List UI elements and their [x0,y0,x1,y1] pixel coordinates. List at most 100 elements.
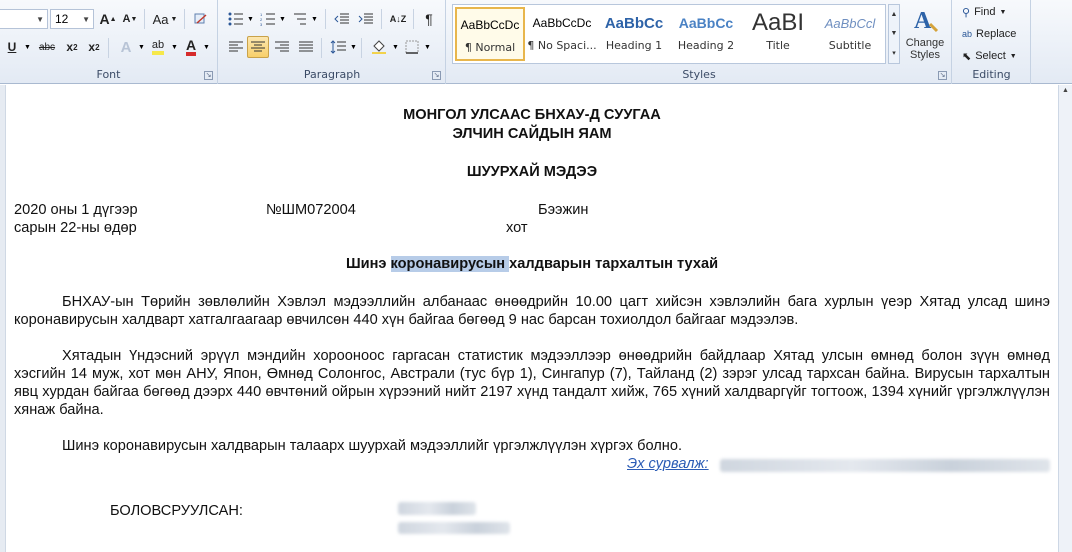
paragraph-group: ▼ 123 ▼ ▼ A↓Z ¶ ▼ ▼ ▼ Paragraph ↘ [219,0,446,84]
more-styles-icon[interactable]: ▾ [892,49,896,57]
source-line: Эх сурвалж: [627,456,709,472]
city-line-2: хот [506,220,528,236]
chevron-down-icon: ▼ [171,44,178,51]
font-name-combo[interactable]: ▼ [0,9,48,29]
vertical-scrollbar[interactable]: ▲ [1058,85,1072,552]
align-left-icon [229,41,243,52]
bullets-button[interactable] [225,8,247,30]
scroll-up-icon[interactable]: ▲ [891,11,898,18]
underline-button[interactable]: U [2,36,22,58]
separator [361,38,362,58]
strikethrough-button[interactable]: abc [34,36,60,58]
style-gallery-scroll[interactable]: ▲ ▼ ▾ [888,4,900,64]
prepared-title-blurred [398,522,510,534]
dialog-launcher-icon[interactable]: ↘ [938,71,947,80]
subscript-button[interactable]: x2 [62,36,82,58]
dialog-launcher-icon[interactable]: ↘ [204,71,213,80]
text-effects-button[interactable]: A [114,36,138,58]
separator [108,38,109,58]
font-color-button[interactable]: A [180,36,202,58]
chevron-down-icon: ▼ [311,16,318,23]
document-type: ШУУРХАЙ МЭДЭЭ [466,164,598,180]
borders-button[interactable] [401,36,423,58]
find-button[interactable]: ⚲ Find ▼ [962,2,1006,22]
style-no-spacing[interactable]: AaBbCcDc ¶ No Spaci... [527,7,597,61]
cursor-icon: ⬉ [962,50,972,63]
chevron-down-icon: ▼ [1009,52,1017,60]
grow-font-button[interactable]: A ▲ [98,8,118,30]
multilevel-list-button[interactable] [289,8,311,30]
style-heading-1[interactable]: AaBbCc Heading 1 [599,7,669,61]
change-styles-button[interactable]: A Change Styles [902,4,948,61]
scroll-down-icon[interactable]: ▼ [891,30,898,37]
style-sample: AaBbCcDc [532,16,592,30]
chevron-down-icon: ▼ [82,14,90,24]
style-heading-2[interactable]: AaBbCc Heading 2 [671,7,741,61]
chevron-down-icon: ▼ [138,44,145,51]
clear-formatting-icon [194,13,207,24]
document-number: №ШМ072004 [266,202,356,218]
chevron-down-icon: ▼ [36,14,44,24]
separator [144,9,145,29]
line-spacing-button[interactable] [327,36,349,58]
page-edge [0,85,6,552]
align-center-button[interactable] [247,36,269,58]
line-spacing-icon [330,40,346,54]
chevron-down-icon: ▼ [999,8,1007,16]
shading-button[interactable] [367,36,391,58]
chevron-down-icon: ▼ [350,44,357,51]
style-sample: AaBbCcl [824,15,876,31]
show-paragraph-marks-button[interactable]: ¶ [419,8,439,30]
select-button[interactable]: ⬉ Select ▼ [962,46,1017,66]
paragraph-2: Хятадын Үндэсний эрүүл мэндийн хорооноос… [14,348,1050,418]
superscript-button[interactable]: x2 [84,36,104,58]
font-group: ▼ 12 ▼ A ▲ A ▼ Aa ▼ U ▼ abc x2 x2 A ▼ ab… [0,0,218,84]
highlight-color-button[interactable]: ab [146,36,170,58]
borders-icon [405,40,419,54]
replace-button[interactable]: ab Replace [962,24,1016,44]
shrink-font-button[interactable]: A ▼ [120,8,140,30]
decrease-indent-button[interactable] [331,8,353,30]
header-line-1: МОНГОЛ УЛСААС БНХАУ-Д СУУГАА [403,107,661,123]
chevron-down-icon: ▼ [392,44,399,51]
change-styles-label: Change Styles [905,37,945,61]
font-size-combo[interactable]: 12 ▼ [50,9,94,29]
align-right-button[interactable] [271,36,293,58]
down-arrow-icon: ▼ [130,15,138,23]
change-case-button[interactable]: Aa ▼ [150,8,180,30]
prepared-name-blurred [398,502,476,515]
separator [184,9,185,29]
selected-text[interactable]: коронавирусын [390,256,510,272]
increase-indent-button[interactable] [355,8,377,30]
style-title[interactable]: AaBI Title [743,7,813,61]
style-name: ¶ No Spaci... [527,39,597,52]
superscript-2-icon: 2 [95,42,100,52]
dialog-launcher-icon[interactable]: ↘ [432,71,441,80]
prepared-label: БОЛОВСРУУЛСАН: [110,503,243,519]
style-name: Heading 1 [605,39,663,52]
chevron-down-icon: ▼ [24,44,31,51]
source-link[interactable]: Эх сурвалж: [627,456,709,472]
scroll-up-icon[interactable]: ▲ [1061,87,1070,97]
sort-button[interactable]: A↓Z [387,8,409,30]
paragraph-1: БНХАУ-ын Төрийн зөвлөлийн Хэвлэл мэдээлл… [14,294,1050,328]
ribbon: ▼ 12 ▼ A ▲ A ▼ Aa ▼ U ▼ abc x2 x2 A ▼ ab… [0,0,1072,84]
svg-text:A: A [914,8,932,34]
bullets-icon [228,12,243,26]
chevron-down-icon: ▼ [279,16,286,23]
style-normal[interactable]: AaBbCcDc ¶ Normal [455,7,525,61]
multilevel-list-icon [294,13,306,25]
numbering-button[interactable]: 123 [257,8,279,30]
style-name: ¶ Normal [464,41,516,54]
city-line-1: Бээжин [538,202,589,218]
style-subtitle[interactable]: AaBbCcl Subtitle [815,7,885,61]
numbering-icon: 123 [260,12,275,26]
editing-group-label: Editing [972,68,1011,81]
justify-button[interactable] [295,36,317,58]
align-right-icon [275,41,289,52]
chevron-down-icon: ▼ [170,15,178,23]
align-left-button[interactable] [225,36,247,58]
change-styles-icon: A [914,8,939,34]
clear-formatting-button[interactable] [190,8,212,30]
highlighter-icon: ab [151,39,165,55]
